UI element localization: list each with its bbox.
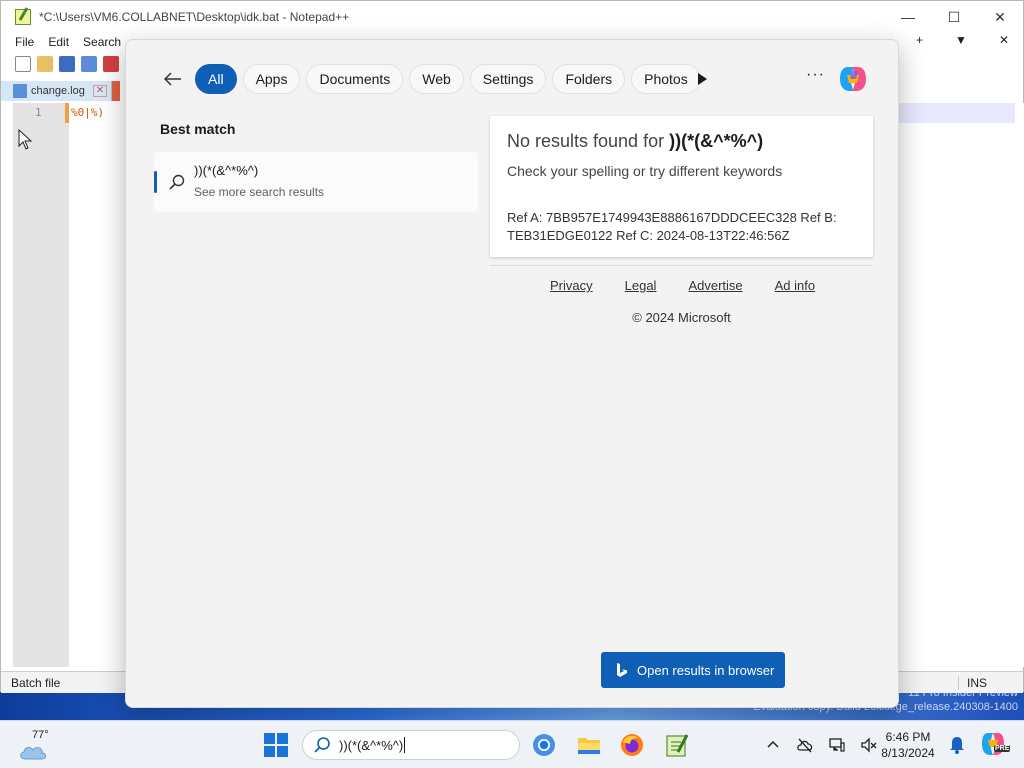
selection-accent (154, 171, 157, 193)
filter-all[interactable]: All (195, 64, 237, 94)
tab-list-button[interactable]: ▼ (955, 33, 967, 47)
open-browser-label: Open results in browser (637, 662, 775, 678)
open-results-in-browser-button[interactable]: Open results in browser (601, 652, 785, 688)
notepad-tabbar: change.log ✕ (1, 81, 126, 101)
filter-pills: All Apps Documents Web Settings Folders … (195, 64, 701, 94)
footer-links: Privacy Legal Advertise Ad info (550, 278, 815, 293)
fold-marker (65, 103, 69, 123)
notepadpp-taskbar-icon[interactable] (664, 732, 690, 758)
reference-ids: Ref A: 7BB957E1749943E8886167DDDCEEC328 … (507, 210, 837, 243)
copyright: © 2024 Microsoft (632, 310, 731, 325)
best-match-result[interactable]: ))(*(&^*%^) See more search results (154, 152, 478, 212)
status-insert-mode: INS (957, 676, 987, 690)
weather-temp: 77° (32, 729, 49, 741)
no-results-prefix: No results found for (507, 131, 670, 151)
ad-info-link[interactable]: Ad info (775, 278, 815, 293)
no-results-heading: No results found for ))(*(&^*%^) (507, 131, 763, 152)
mouse-pointer-icon (18, 129, 33, 150)
privacy-link[interactable]: Privacy (550, 278, 593, 293)
advertise-link[interactable]: Advertise (688, 278, 742, 293)
no-results-query: ))(*(&^*%^) (669, 131, 764, 151)
save-all-icon[interactable] (81, 56, 97, 72)
notepad-titlebar[interactable]: *C:\Users\VM6.COLLABNET\Desktop\idk.bat … (1, 1, 1023, 33)
search-icon (169, 174, 185, 190)
filter-apps[interactable]: Apps (242, 64, 301, 94)
weather-widget[interactable]: 77° (18, 729, 49, 761)
more-options-button[interactable]: ··· (806, 66, 825, 84)
system-tray (764, 735, 878, 755)
bing-icon (617, 663, 627, 677)
file-explorer-icon[interactable] (576, 732, 602, 758)
menu-right-controls: + ▼ ✕ (902, 33, 1009, 47)
filter-settings[interactable]: Settings (469, 64, 547, 94)
filter-web[interactable]: Web (409, 64, 464, 94)
line-gutter (13, 103, 69, 667)
tab-idk-bat[interactable] (112, 81, 121, 101)
taskbar: 77° ))(*(&^*%^) 6:46 PM 8/13/2024 PRE (0, 720, 1024, 768)
menu-file[interactable]: File (15, 35, 34, 49)
text-caret (404, 737, 406, 753)
footer-divider (490, 265, 873, 266)
best-match-subtitle: See more search results (194, 185, 325, 199)
onedrive-offline-icon[interactable] (796, 736, 814, 754)
start-tile-1 (264, 733, 275, 744)
save-icon[interactable] (59, 56, 75, 72)
clock-time: 6:46 PM (885, 730, 931, 744)
back-button[interactable] (162, 68, 184, 90)
volume-muted-icon[interactable] (860, 736, 878, 754)
minimize-button[interactable]: — (885, 1, 931, 33)
start-button[interactable] (264, 733, 288, 757)
copilot-icon[interactable] (838, 65, 868, 93)
clock[interactable]: 6:46 PM 8/13/2024 (878, 729, 938, 761)
menu-edit[interactable]: Edit (48, 35, 69, 49)
no-results-card: No results found for ))(*(&^*%^) Check y… (490, 116, 873, 257)
new-tab-button[interactable]: + (916, 33, 923, 47)
notepad-title: *C:\Users\VM6.COLLABNET\Desktop\idk.bat … (39, 10, 350, 24)
close-file-icon[interactable] (103, 56, 119, 72)
network-icon[interactable] (828, 736, 846, 754)
menu-search[interactable]: Search (83, 35, 121, 49)
best-match-heading: Best match (160, 121, 236, 137)
tab-label: change.log (31, 85, 85, 97)
tab-close-icon[interactable]: ✕ (92, 85, 108, 97)
taskbar-search-text: ))(*(&^*%^) (339, 737, 404, 753)
close-button[interactable]: ✕ (977, 1, 1023, 33)
start-tile-4 (277, 746, 288, 757)
line-number: 1 (35, 106, 42, 119)
spelling-hint: Check your spelling or try different key… (507, 163, 783, 179)
chrome-icon[interactable] (531, 732, 557, 758)
preview-badge: PRE (994, 745, 1011, 752)
notification-bell-icon[interactable] (948, 735, 966, 755)
firefox-icon[interactable] (619, 732, 645, 758)
status-language: Batch file (11, 675, 61, 690)
document-icon (13, 84, 27, 98)
filter-folders[interactable]: Folders (552, 64, 626, 94)
legal-link[interactable]: Legal (625, 278, 657, 293)
search-flyout: All Apps Documents Web Settings Folders … (125, 39, 899, 708)
window-controls: — ☐ ✕ (885, 1, 1023, 33)
taskbar-search-icon (314, 737, 330, 753)
code-line[interactable]: %0|%) (71, 106, 104, 119)
chevron-up-icon[interactable] (764, 736, 782, 754)
start-tile-3 (264, 746, 275, 757)
start-tile-2 (277, 733, 288, 744)
filter-documents[interactable]: Documents (306, 64, 404, 94)
taskbar-search-box[interactable]: ))(*(&^*%^) (302, 730, 520, 760)
current-line-highlight (899, 103, 1015, 123)
back-arrow-icon (164, 72, 181, 86)
best-match-query: ))(*(&^*%^) (194, 163, 259, 178)
new-file-icon[interactable] (15, 56, 31, 72)
maximize-button[interactable]: ☐ (931, 1, 977, 33)
notepad-app-icon (15, 9, 31, 25)
search-filter-bar: All Apps Documents Web Settings Folders … (126, 64, 898, 94)
clock-date: 8/13/2024 (881, 746, 935, 760)
open-file-icon[interactable] (37, 56, 53, 72)
more-filters-arrow-icon[interactable] (694, 71, 710, 87)
close-doc-button[interactable]: ✕ (999, 33, 1009, 47)
filter-photos[interactable]: Photos (631, 64, 701, 94)
tab-change-log[interactable]: change.log ✕ (1, 81, 113, 101)
cloud-icon (20, 747, 47, 760)
